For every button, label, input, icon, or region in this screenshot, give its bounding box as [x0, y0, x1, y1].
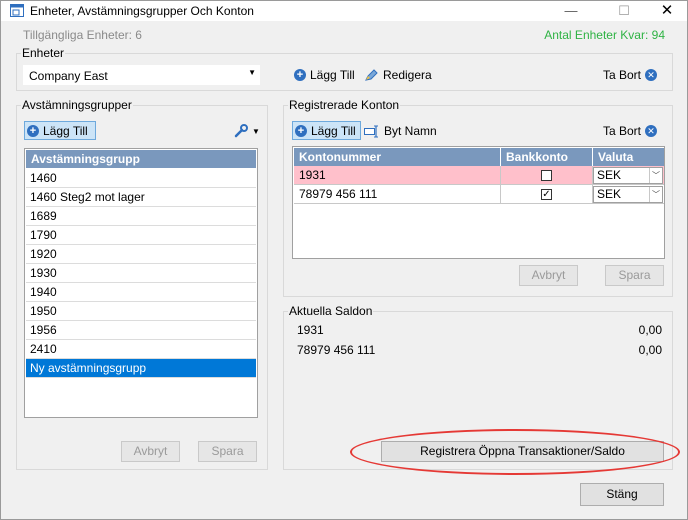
close-button[interactable]: Stäng	[580, 483, 664, 506]
list-item[interactable]: 1956	[26, 321, 256, 340]
add-account-label: Lägg Till	[311, 124, 356, 138]
rename-account-label: Byt Namn	[384, 124, 437, 138]
chevron-down-icon: ▼	[248, 68, 256, 77]
column-header-bank-account[interactable]: Bankkonto	[501, 148, 593, 166]
currency-select[interactable]: SEK ﹀	[593, 186, 663, 203]
column-header-account-number[interactable]: Kontonummer	[294, 148, 501, 166]
unit-select[interactable]: Company East ▼	[23, 65, 260, 85]
unit-select-value: Company East	[29, 69, 108, 83]
groups-list[interactable]: Avstämningsgrupp 1460 1460 Steg2 mot lag…	[24, 148, 258, 418]
plus-circle-icon: +	[294, 69, 306, 81]
accounts-save-button[interactable]: Spara	[605, 265, 664, 286]
tools-dropdown-button[interactable]: ▼	[234, 122, 260, 140]
list-item[interactable]: 1950	[26, 302, 256, 321]
currency-select-value: SEK	[597, 168, 622, 182]
rename-account-button[interactable]: Byt Namn	[364, 122, 437, 140]
chevron-down-icon: ﹀	[649, 187, 662, 202]
add-unit-button[interactable]: + Lägg Till	[294, 66, 355, 84]
list-item[interactable]: 2410	[26, 340, 256, 359]
minimize-button[interactable]: —	[548, 1, 594, 21]
groups-save-button[interactable]: Spara	[198, 441, 257, 462]
edit-unit-button[interactable]: Redigera	[365, 66, 432, 84]
list-item[interactable]: 1460	[26, 169, 256, 188]
list-item-selected[interactable]: Ny avstämningsgrupp	[26, 359, 256, 378]
chevron-down-icon: ﹀	[649, 168, 662, 183]
close-circle-icon: ✕	[645, 125, 658, 137]
add-group-button-content[interactable]: + Lägg Till	[27, 122, 88, 140]
title-bar: Enheter, Avstämningsgrupper Och Konton —…	[1, 1, 687, 21]
units-left-text: Antal Enheter Kvar: 94	[544, 28, 665, 42]
add-group-label: Lägg Till	[43, 124, 88, 138]
list-item[interactable]: 1920	[26, 245, 256, 264]
account-number-cell[interactable]: 78979 456 111	[294, 185, 501, 204]
add-unit-label: Lägg Till	[310, 68, 355, 82]
enheter-group-label: Enheter	[21, 46, 66, 60]
accounts-panel-label: Registrerade Konton	[288, 98, 401, 112]
list-item[interactable]: 1790	[26, 226, 256, 245]
balance-amount: 0,00	[638, 343, 662, 357]
maximize-button[interactable]: ☐	[601, 1, 647, 21]
balance-account: 1931	[297, 323, 324, 337]
accounts-cancel-button[interactable]: Avbryt	[519, 265, 578, 286]
highlight-annotation	[350, 429, 680, 475]
account-number-cell[interactable]: 1931	[294, 166, 501, 185]
available-units-text: Tillgängliga Enheter: 6	[23, 28, 142, 42]
currency-select-value: SEK	[597, 187, 622, 201]
delete-unit-label: Ta Bort	[603, 68, 642, 82]
chevron-down-icon: ▼	[252, 126, 260, 136]
close-window-button[interactable]: ✕	[644, 1, 688, 21]
bank-account-checkbox-checked[interactable]: ✓	[541, 189, 552, 200]
currency-select[interactable]: SEK ﹀	[593, 167, 663, 184]
bank-account-checkbox[interactable]	[541, 170, 552, 181]
plus-circle-icon: +	[27, 125, 39, 137]
window-title: Enheter, Avstämningsgrupper Och Konton	[30, 4, 254, 18]
groups-panel-label: Avstämningsgrupper	[21, 98, 133, 112]
balance-row: 1931 0,00	[297, 323, 662, 339]
balance-account: 78979 456 111	[297, 343, 376, 357]
wrench-icon	[234, 124, 248, 138]
list-item[interactable]: 1930	[26, 264, 256, 283]
balance-amount: 0,00	[638, 323, 662, 337]
balances-panel-label: Aktuella Saldon	[288, 304, 374, 318]
rename-icon	[364, 125, 378, 137]
pencil-icon	[365, 69, 378, 81]
app-window-icon	[10, 4, 24, 17]
plus-circle-icon: +	[295, 125, 307, 137]
accounts-grid[interactable]: Kontonummer Bankkonto Valuta 1931 SEK ﹀ …	[292, 146, 665, 259]
delete-unit-button[interactable]: Ta Bort ✕	[603, 66, 658, 84]
list-item[interactable]: 1460 Steg2 mot lager	[26, 188, 256, 207]
close-circle-icon: ✕	[645, 69, 658, 81]
balance-row: 78979 456 111 0,00	[297, 343, 662, 359]
groups-column-header[interactable]: Avstämningsgrupp	[26, 150, 256, 168]
list-item[interactable]: 1940	[26, 283, 256, 302]
column-header-currency[interactable]: Valuta	[593, 148, 664, 166]
list-item[interactable]: 1689	[26, 207, 256, 226]
edit-unit-label: Redigera	[383, 68, 432, 82]
groups-cancel-button[interactable]: Avbryt	[121, 441, 180, 462]
add-account-button-content[interactable]: + Lägg Till	[295, 122, 356, 140]
delete-account-button[interactable]: Ta Bort ✕	[603, 122, 658, 140]
delete-account-label: Ta Bort	[603, 124, 642, 138]
dialog-window: Enheter, Avstämningsgrupper Och Konton —…	[0, 0, 688, 520]
